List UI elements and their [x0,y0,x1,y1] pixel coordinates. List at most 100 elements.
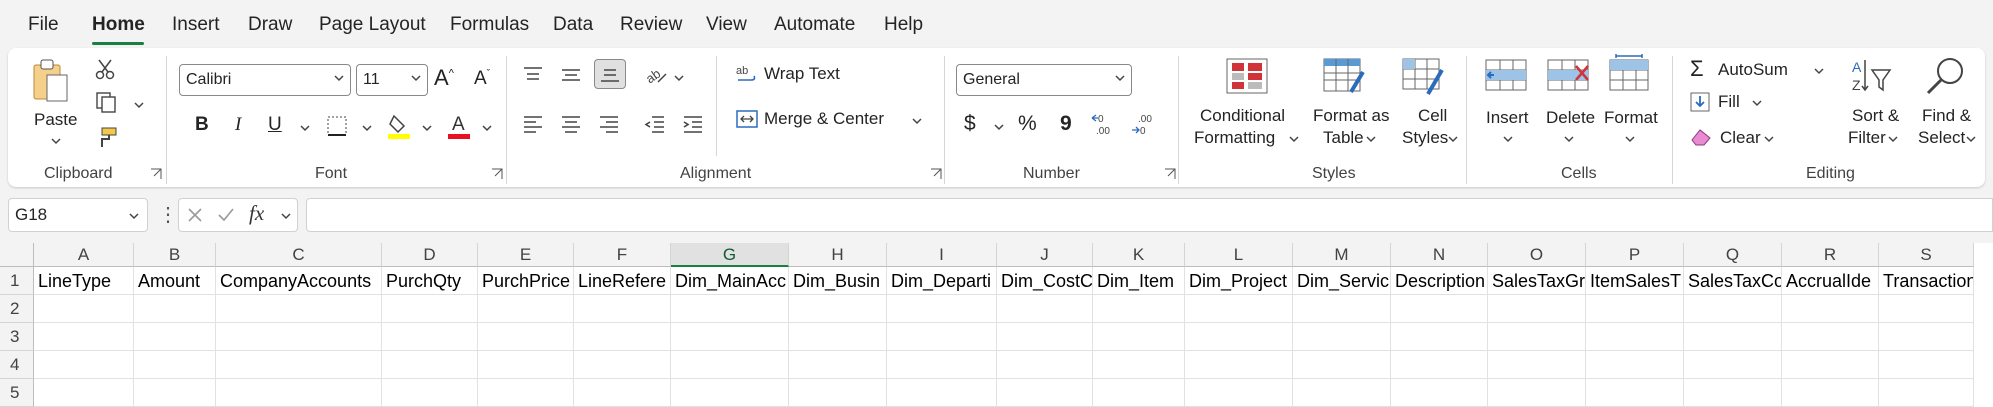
cell-l3[interactable] [1185,323,1293,351]
number-launcher-icon[interactable] [1164,168,1176,180]
cell-o5[interactable] [1488,379,1586,407]
increase-indent-icon[interactable] [682,114,704,134]
cell-a1[interactable]: LineType [34,267,134,295]
insert-dropdown-icon[interactable] [1503,134,1513,144]
tab-data[interactable]: Data [553,14,593,36]
column-header-l[interactable]: L [1185,243,1293,267]
align-top-icon[interactable] [522,66,544,84]
cell-k4[interactable] [1093,351,1185,379]
row-header-2[interactable]: 2 [0,295,34,323]
clear-icon[interactable] [1690,128,1712,146]
cell-o4[interactable] [1488,351,1586,379]
comma-style-button[interactable]: 9 [1060,112,1072,136]
column-header-j[interactable]: J [997,243,1093,267]
format-as-table-dropdown-icon[interactable] [1366,134,1376,144]
borders-dropdown-icon[interactable] [362,123,372,133]
merge-center-icon[interactable] [736,108,758,130]
column-header-n[interactable]: N [1391,243,1488,267]
column-header-h[interactable]: H [789,243,887,267]
cell-g2[interactable] [671,295,789,323]
fill-color-dropdown-icon[interactable] [422,123,432,133]
merge-dropdown-icon[interactable] [912,116,922,126]
cell-r4[interactable] [1782,351,1879,379]
name-box[interactable]: G18 [8,198,148,232]
cell-n3[interactable] [1391,323,1488,351]
cell-q3[interactable] [1684,323,1782,351]
cell-b4[interactable] [134,351,216,379]
column-header-d[interactable]: D [382,243,478,267]
paste-button[interactable] [30,56,70,106]
cell-l1[interactable]: Dim_Project [1185,267,1293,295]
cell-f4[interactable] [574,351,671,379]
cell-f2[interactable] [574,295,671,323]
cell-l2[interactable] [1185,295,1293,323]
row-header-3[interactable]: 3 [0,323,34,351]
cell-q4[interactable] [1684,351,1782,379]
orientation-dropdown-icon[interactable] [674,73,684,83]
more-options-icon[interactable]: ⋮ [158,202,178,227]
find-select-dropdown-icon[interactable] [1966,134,1976,144]
column-header-e[interactable]: E [478,243,574,267]
cell-d1[interactable]: PurchQty [382,267,478,295]
cell-q5[interactable] [1684,379,1782,407]
decrease-indent-icon[interactable] [644,114,666,134]
tab-insert[interactable]: Insert [172,14,220,36]
italic-icon[interactable]: I [235,114,241,136]
cell-b5[interactable] [134,379,216,407]
cell-f1[interactable]: LineRefere [574,267,671,295]
cell-o1[interactable]: SalesTaxGr [1488,267,1586,295]
copy-icon[interactable] [94,90,118,114]
find-select-label-2[interactable]: Select [1918,128,1965,148]
find-select-label-1[interactable]: Find & [1922,106,1971,126]
cell-k1[interactable]: Dim_Item [1093,267,1185,295]
tab-home[interactable]: Home [92,14,145,36]
cell-l4[interactable] [1185,351,1293,379]
font-name-box[interactable]: Calibri [179,64,351,96]
column-header-o[interactable]: O [1488,243,1586,267]
cell-i2[interactable] [887,295,997,323]
fill-button[interactable]: Fill [1718,92,1740,112]
cell-e3[interactable] [478,323,574,351]
fill-icon[interactable] [1690,92,1710,112]
cell-r1[interactable]: AccrualIde [1782,267,1879,295]
cell-o2[interactable] [1488,295,1586,323]
cell-r5[interactable] [1782,379,1879,407]
cell-p4[interactable] [1586,351,1684,379]
sort-filter-label-1[interactable]: Sort & [1852,106,1899,126]
row-header-5[interactable]: 5 [0,379,34,407]
increase-decimal-icon[interactable]: 0.00 [1090,112,1118,138]
cell-styles-label-1[interactable]: Cell [1418,106,1447,126]
cell-l5[interactable] [1185,379,1293,407]
font-launcher-icon[interactable] [491,168,503,180]
chevron-down-icon[interactable] [281,211,291,221]
font-color-icon[interactable]: A [448,112,472,140]
cell-k5[interactable] [1093,379,1185,407]
conditional-formatting-dropdown-icon[interactable] [1289,134,1299,144]
cell-f3[interactable] [574,323,671,351]
currency-format-button[interactable]: $ [964,112,976,136]
column-header-a[interactable]: A [34,243,134,267]
cell-a3[interactable] [34,323,134,351]
font-size-box[interactable]: 11 [356,64,428,96]
cell-d2[interactable] [382,295,478,323]
cell-a4[interactable] [34,351,134,379]
select-all-corner[interactable] [0,243,34,267]
enter-icon[interactable] [217,207,235,223]
align-left-icon[interactable] [522,114,544,134]
cell-o3[interactable] [1488,323,1586,351]
cell-b1[interactable]: Amount [134,267,216,295]
column-header-c[interactable]: C [216,243,382,267]
cell-c4[interactable] [216,351,382,379]
cell-f5[interactable] [574,379,671,407]
format-cells-icon[interactable] [1608,54,1652,94]
clear-button[interactable]: Clear [1720,128,1761,148]
align-center-icon[interactable] [560,114,582,134]
conditional-formatting-label-1[interactable]: Conditional [1200,106,1285,126]
cut-icon[interactable] [94,58,116,80]
formula-input[interactable] [306,198,1993,232]
format-cells-label[interactable]: Format [1604,108,1658,128]
fill-color-icon[interactable] [388,112,412,140]
cell-j4[interactable] [997,351,1093,379]
delete-cells-icon[interactable] [1546,58,1590,94]
borders-icon[interactable] [326,115,348,137]
